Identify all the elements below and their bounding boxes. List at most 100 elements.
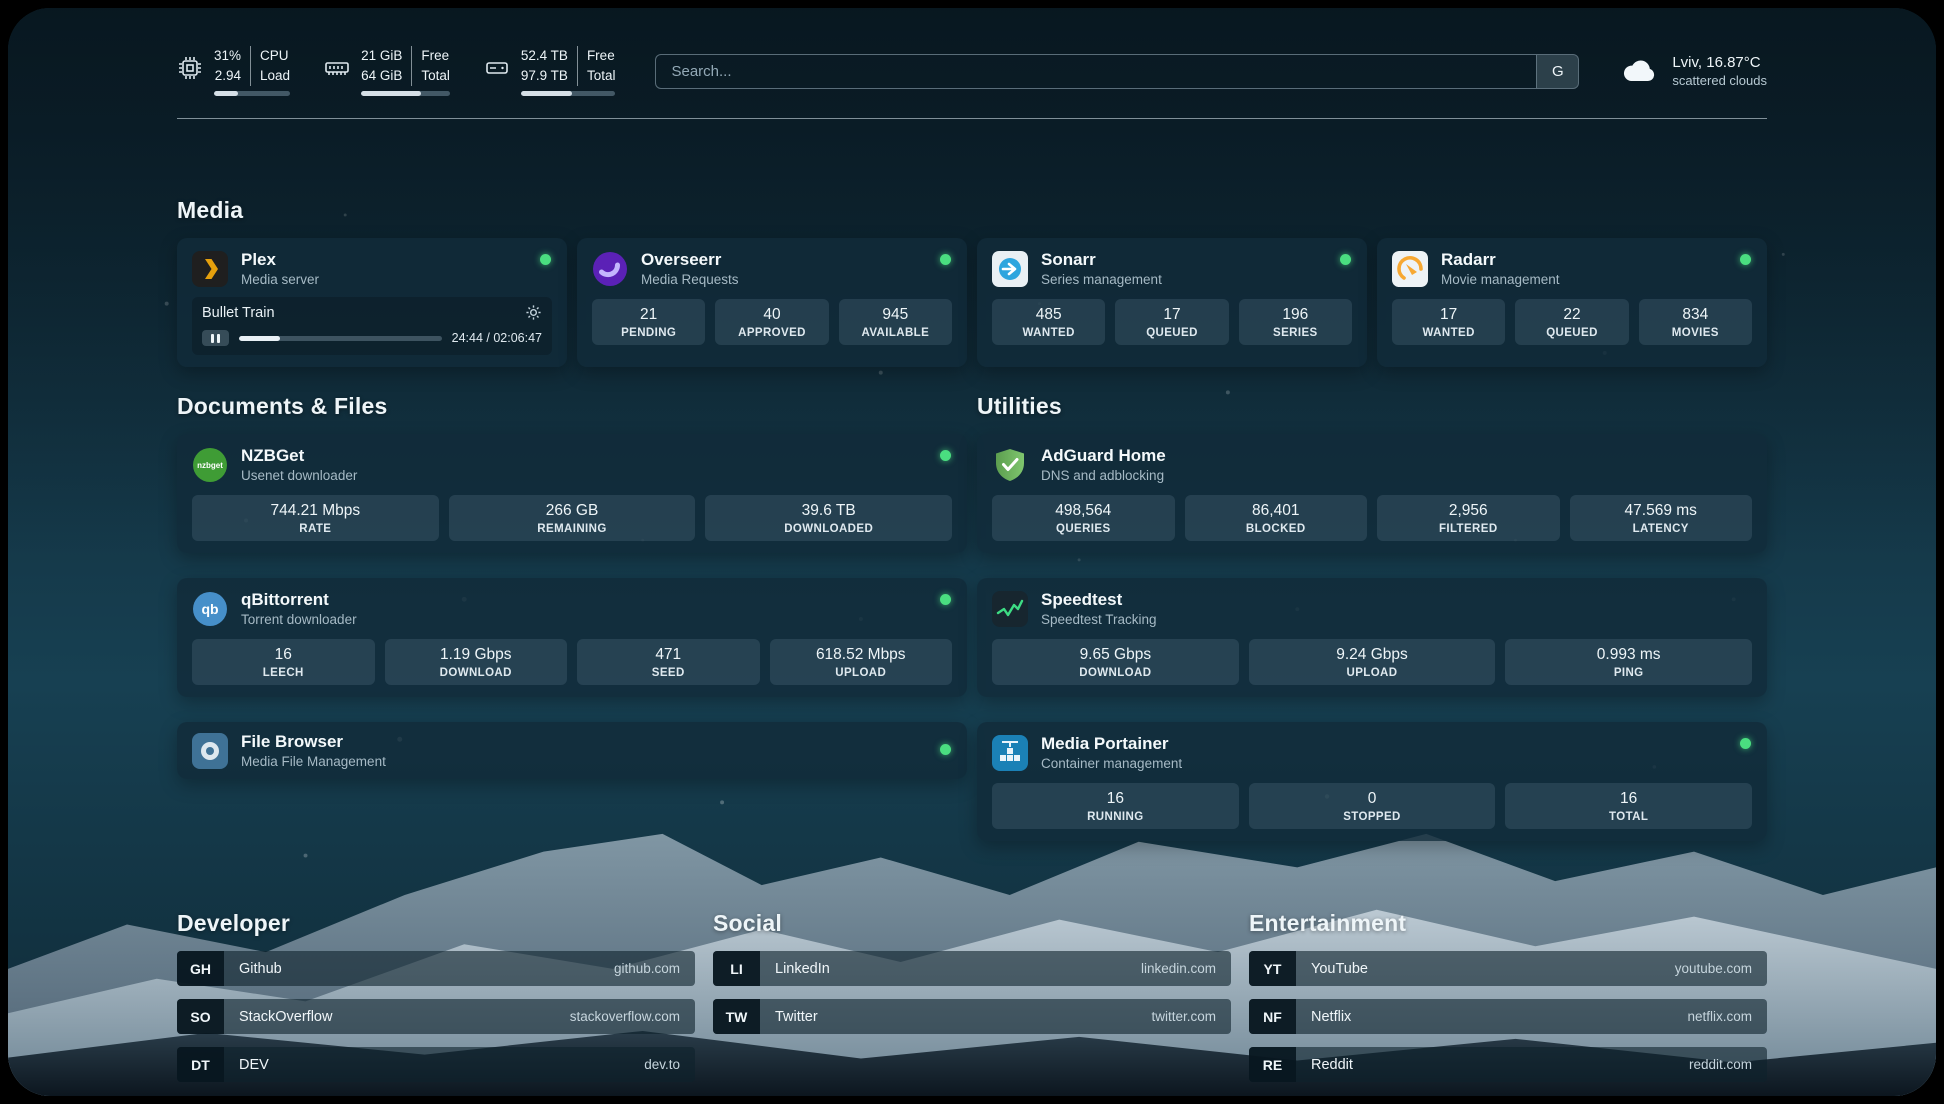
search-engine-button[interactable]: G [1536, 55, 1578, 88]
app-subtitle: Media File Management [241, 754, 386, 769]
stat-download: 1.19 Gbps DOWNLOAD [385, 639, 568, 685]
bookmark-linkedin[interactable]: LI LinkedIn linkedin.com [713, 951, 1231, 986]
app-card-speedtest[interactable]: Speedtest Speedtest Tracking 9.65 Gbps D… [977, 578, 1767, 697]
app-subtitle: DNS and adblocking [1041, 468, 1166, 483]
stat-filtered: 2,956 FILTERED [1377, 495, 1560, 541]
header-divider [177, 118, 1767, 119]
stat-queued: 22 QUEUED [1515, 299, 1628, 345]
cpu-label: CPU [260, 46, 290, 66]
dashboard-content: 31% 2.94 CPU Load [8, 8, 1936, 1096]
search-input[interactable] [656, 55, 1536, 88]
stat-series: 196 SERIES [1239, 299, 1352, 345]
section-title-developer: Developer [177, 910, 695, 937]
cpu-chip-icon [177, 55, 203, 81]
status-dot [1340, 254, 1351, 265]
app-name: Overseerr [641, 250, 739, 270]
app-card-sonarr[interactable]: Sonarr Series management 485 WANTED 17 Q… [977, 238, 1367, 367]
radarr-icon [1392, 251, 1428, 287]
app-card-plex[interactable]: Plex Media server Bullet Train [177, 238, 567, 367]
playback-time: 24:44 / 02:06:47 [452, 331, 542, 345]
stat-download: 9.65 Gbps DOWNLOAD [992, 639, 1239, 685]
status-dot [1740, 254, 1751, 265]
stackoverflow-icon: SO [177, 999, 224, 1034]
linkedin-icon: LI [713, 951, 760, 986]
status-dot [940, 744, 951, 755]
status-dot [940, 594, 951, 605]
status-dot [1740, 738, 1751, 749]
gear-icon[interactable] [525, 304, 542, 321]
app-name: Radarr [1441, 250, 1560, 270]
app-card-filebrowser[interactable]: File Browser Media File Management [177, 722, 967, 779]
disk-usage-bar [521, 91, 616, 96]
section-title-utilities: Utilities [977, 393, 1767, 420]
cpu-metric: 31% 2.94 CPU Load [177, 46, 290, 95]
bookmark-youtube[interactable]: YT YouTube youtube.com [1249, 951, 1767, 986]
app-name: Plex [241, 250, 319, 270]
ram-free-value: 21 GiB [361, 46, 402, 66]
section-entertainment: Entertainment YT YouTube youtube.com NF … [1249, 910, 1767, 1095]
section-social: Social LI LinkedIn linkedin.com TW Twitt… [713, 910, 1231, 1095]
app-subtitle: Movie management [1441, 272, 1560, 287]
app-card-nzbget[interactable]: nzbget NZBGet Usenet downloader 744.21 M… [177, 434, 967, 553]
plex-icon [192, 251, 228, 287]
stat-blocked: 86,401 BLOCKED [1185, 495, 1368, 541]
playback-progress-bar[interactable] [239, 336, 442, 341]
netflix-icon: NF [1249, 999, 1296, 1034]
sonarr-icon [992, 251, 1028, 287]
weather-location: Lviv, 16.87°C [1672, 54, 1767, 71]
app-subtitle: Container management [1041, 756, 1182, 771]
ram-usage-bar [361, 91, 450, 96]
stat-ping: 0.993 ms PING [1505, 639, 1752, 685]
section-title-media: Media [177, 197, 1767, 224]
cpu-usage-bar [214, 91, 290, 96]
ram-icon [324, 55, 350, 81]
section-utilities: Utilities AdGuard Home [977, 393, 1767, 866]
twitter-icon: TW [713, 999, 760, 1034]
bookmark-reddit[interactable]: RE Reddit reddit.com [1249, 1047, 1767, 1082]
app-card-qbittorrent[interactable]: qb qBittorrent Torrent downloader 16 LEE… [177, 578, 967, 697]
section-documents: Documents & Files nzbget NZBGet Usenet d… [177, 393, 967, 866]
app-card-adguard[interactable]: AdGuard Home DNS and adblocking 498,564 … [977, 434, 1767, 553]
dev-icon: DT [177, 1047, 224, 1082]
bookmark-netflix[interactable]: NF Netflix netflix.com [1249, 999, 1767, 1034]
nzbget-icon: nzbget [192, 447, 228, 483]
section-media: Media Plex Media server [177, 197, 1767, 367]
stat-available: 945 AVAILABLE [839, 299, 952, 345]
weather-condition: scattered clouds [1672, 73, 1767, 88]
app-card-radarr[interactable]: Radarr Movie management 17 WANTED 22 QUE… [1377, 238, 1767, 367]
stat-queued: 17 QUEUED [1115, 299, 1228, 345]
app-name: AdGuard Home [1041, 446, 1166, 466]
app-name: File Browser [241, 732, 386, 752]
section-title-entertainment: Entertainment [1249, 910, 1767, 937]
youtube-icon: YT [1249, 951, 1296, 986]
bookmark-twitter[interactable]: TW Twitter twitter.com [713, 999, 1231, 1034]
stat-movies: 834 MOVIES [1639, 299, 1752, 345]
cloud-icon [1619, 56, 1659, 86]
bookmark-github[interactable]: GH Github github.com [177, 951, 695, 986]
stat-remaining: 266 GB REMAINING [449, 495, 696, 541]
weather-widget: Lviv, 16.87°C scattered clouds [1619, 54, 1767, 88]
cpu-load-value: 2.94 [215, 66, 241, 86]
disk-total-value: 97.9 TB [521, 66, 568, 86]
app-subtitle: Media server [241, 272, 319, 287]
app-card-overseerr[interactable]: Overseerr Media Requests 21 PENDING 40 A… [577, 238, 967, 367]
bookmark-stackoverflow[interactable]: SO StackOverflow stackoverflow.com [177, 999, 695, 1034]
cpu-percent: 31% [214, 46, 241, 66]
bookmark-dev[interactable]: DT DEV dev.to [177, 1047, 695, 1082]
stat-wanted: 485 WANTED [992, 299, 1105, 345]
app-card-portainer[interactable]: Media Portainer Container management 16 … [977, 722, 1767, 841]
section-title-social: Social [713, 910, 1231, 937]
stat-pending: 21 PENDING [592, 299, 705, 345]
stat-latency: 47.569 ms LATENCY [1570, 495, 1753, 541]
stat-approved: 40 APPROVED [715, 299, 828, 345]
ram-total-value: 64 GiB [361, 66, 402, 86]
stat-running: 16 RUNNING [992, 783, 1239, 829]
stat-total: 16 TOTAL [1505, 783, 1752, 829]
status-dot [540, 254, 551, 265]
github-icon: GH [177, 951, 224, 986]
app-name: Media Portainer [1041, 734, 1182, 754]
portainer-icon [992, 735, 1028, 771]
pause-button[interactable] [202, 330, 229, 346]
stat-seed: 471 SEED [577, 639, 760, 685]
svg-text:nzbget: nzbget [197, 461, 223, 470]
